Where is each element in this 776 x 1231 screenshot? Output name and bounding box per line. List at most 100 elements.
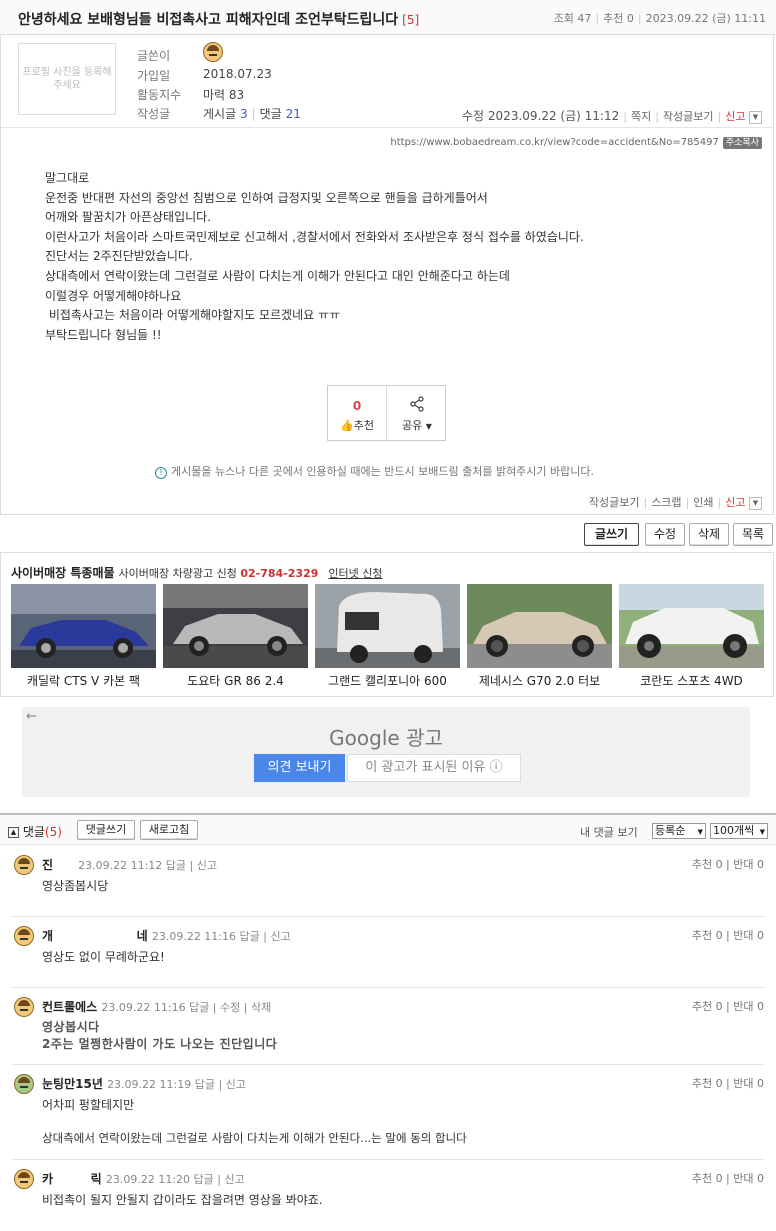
post-content: 말그대로 운전중 반대편 자선의 중앙선 침범으로 인하여 급정지및 오른쪽으로… bbox=[45, 169, 584, 345]
write-comment-button[interactable]: 댓글쓰기 bbox=[77, 820, 135, 840]
ad-feedback-button[interactable]: 의견 보내기 bbox=[254, 754, 345, 782]
views-count: 조회 47 bbox=[553, 12, 592, 25]
vote-share-box: 0 👍추천 공유 ▼ bbox=[327, 385, 446, 441]
chevron-down-icon[interactable]: ▼ bbox=[749, 110, 762, 124]
thumbs-up-icon: 👍 bbox=[340, 419, 354, 432]
comment-votes[interactable]: 추천 0 | 반대 0 bbox=[692, 1075, 764, 1091]
my-comments-link[interactable]: 내 댓글 보기 bbox=[580, 824, 638, 840]
car-thumbnail[interactable] bbox=[619, 584, 764, 668]
content-line: 이럴경우 어떻게해야하나요 bbox=[45, 288, 182, 303]
recommend-button[interactable]: 0 👍추천 bbox=[328, 386, 387, 440]
comment-votes[interactable]: 추천 0 | 반대 0 bbox=[692, 1170, 764, 1186]
author-avatar-icon bbox=[203, 42, 223, 62]
car-name[interactable]: 도요타 GR 86 2.4 bbox=[163, 672, 308, 689]
report-link[interactable]: 신고 bbox=[725, 110, 745, 123]
post-title: 안녕하세요 보배형님들 비접촉사고 피해자인데 조언부탁드립니다 [5] bbox=[18, 12, 420, 28]
list-button[interactable]: 목록 bbox=[733, 523, 773, 546]
post-meta: 조회 47 | 추천 0 | 2023.09.22 (금) 11:11 bbox=[553, 12, 766, 25]
content-line: 부탁드립니다 형님들 !! bbox=[45, 327, 162, 342]
posts-count-link[interactable]: 3 bbox=[240, 107, 248, 121]
comment-text: 어차피 펑할테지만 bbox=[42, 1098, 135, 1112]
title-comment-count[interactable]: [5] bbox=[402, 13, 419, 27]
car-thumbnail[interactable] bbox=[11, 584, 156, 668]
comment-votes[interactable]: 추천 0 | 반대 0 bbox=[692, 856, 764, 872]
share-label: 공유 bbox=[402, 419, 423, 432]
chevron-down-icon[interactable]: ▼ bbox=[749, 496, 762, 510]
commenter-name[interactable]: 눈팅만15년 bbox=[42, 1077, 103, 1091]
commenter-avatar-icon[interactable] bbox=[14, 1074, 34, 1094]
content-line: 운전중 반대편 자선의 중앙선 침범으로 인하여 급정지및 오른쪽으로 핸들을 … bbox=[45, 190, 488, 205]
internet-apply-link[interactable]: 인터넷 신청 bbox=[328, 567, 382, 580]
url-line: https://www.bobaedream.co.kr/view?code=a… bbox=[390, 135, 762, 149]
comment-header: 눈팅만15년 23.09.22 11:19 답글 | 신고 bbox=[42, 1075, 246, 1092]
refresh-button[interactable]: 새로고침 bbox=[140, 820, 198, 840]
bottom-report-link[interactable]: 신고 bbox=[725, 496, 745, 509]
car-thumbnail[interactable] bbox=[467, 584, 612, 668]
share-icon bbox=[410, 396, 424, 412]
write-button[interactable]: 글쓰기 bbox=[584, 523, 639, 546]
commenter-name[interactable]: 컨트롤에스 bbox=[42, 1000, 97, 1014]
comment-header: 컨트롤에스 23.09.22 11:16 답글 | 수정 | 삭제 bbox=[42, 998, 271, 1015]
posts-label: 작성글 bbox=[137, 107, 171, 121]
bottom-view-posts-link[interactable]: 작성글보기 bbox=[589, 496, 640, 509]
commenter-name[interactable]: 진 bbox=[42, 858, 53, 872]
commenter-name[interactable]: 개 네 bbox=[42, 929, 148, 943]
collapse-icon[interactable]: ▲ bbox=[8, 827, 19, 838]
joined-date: 2018.07.23 bbox=[203, 67, 272, 81]
recommend-count: 추천 0 bbox=[603, 12, 634, 25]
sort-select[interactable]: 등록순 ▼ bbox=[652, 823, 706, 839]
posts-stats: 게시글 3 | 댓글 21 bbox=[203, 107, 301, 121]
delete-button[interactable]: 삭제 bbox=[689, 523, 729, 546]
caret-down-icon: ▼ bbox=[425, 422, 432, 431]
comment-header: 카 릭 23.09.22 11:20 답글 | 신고 bbox=[42, 1170, 245, 1187]
car-name[interactable]: 캐딜락 CTS V 카본 팩 bbox=[11, 672, 156, 689]
car-thumbnail[interactable] bbox=[315, 584, 460, 668]
print-link[interactable]: 인쇄 bbox=[693, 496, 713, 509]
edit-meta: 수정 2023.09.22 (금) 11:12 | 쪽지 | 작성글보기 | 신고 ▼ bbox=[462, 107, 762, 124]
post-date: 2023.09.22 (금) 11:11 bbox=[645, 12, 766, 25]
profile-image-placeholder: 프로필 사진을 등록해주세요 bbox=[18, 43, 116, 115]
activity-value: 마력 83 bbox=[203, 88, 245, 102]
commenter-avatar-icon[interactable] bbox=[14, 997, 34, 1017]
content-line: 비접촉사고는 처음이라 어떻게해야할지도 모르겠네요 ㅠㅠ bbox=[45, 308, 341, 323]
comment-votes[interactable]: 추천 0 | 반대 0 bbox=[692, 998, 764, 1014]
comment-header: 진 23.09.22 11:12 답글 | 신고 bbox=[42, 856, 217, 873]
content-line: 상대측에서 연락이왔는데 그런걸로 사람이 다치는게 이해가 안된다고 대인 안… bbox=[45, 268, 510, 283]
post-url: https://www.bobaedream.co.kr/view?code=a… bbox=[390, 137, 719, 148]
content-line: 진단서는 2주진단받았습니다. bbox=[45, 249, 193, 264]
commenter-avatar-icon[interactable] bbox=[14, 855, 34, 875]
comment-header: 개 네 23.09.22 11:16 답글 | 신고 bbox=[42, 927, 291, 944]
car-thumbnail[interactable] bbox=[163, 584, 308, 668]
commenter-avatar-icon[interactable] bbox=[14, 926, 34, 946]
recommend-label: 추천 bbox=[353, 419, 374, 432]
commenter-avatar-icon[interactable] bbox=[14, 1169, 34, 1189]
scrap-link[interactable]: 스크랩 bbox=[651, 496, 681, 509]
car-name[interactable]: 코란도 스포츠 4WD bbox=[619, 672, 764, 689]
author-avatar[interactable] bbox=[203, 42, 223, 65]
share-button[interactable]: 공유 ▼ bbox=[388, 386, 446, 440]
view-posts-link[interactable]: 작성글보기 bbox=[663, 110, 714, 123]
note-link[interactable]: 쪽지 bbox=[631, 110, 651, 123]
comment-text: 상대측에서 연락이왔는데 그런걸로 사람이 다치는게 이해가 안된다...는 말… bbox=[42, 1131, 467, 1145]
commenter-name[interactable]: 카 릭 bbox=[42, 1172, 102, 1186]
info-icon: ! bbox=[155, 467, 167, 479]
source-notice: ! 게시물을 뉴스나 다른 곳에서 인용하실 때에는 반드시 보배드림 출처를 밝… bbox=[155, 463, 594, 479]
ad-why-button[interactable]: 이 광고가 표시된 이유 ⓘ bbox=[347, 754, 521, 782]
comment-item: 개 네 23.09.22 11:16 답글 | 신고 추천 0 | 반대 0 영… bbox=[12, 926, 764, 988]
car-name[interactable]: 제네시스 G70 2.0 터보 bbox=[467, 672, 612, 689]
comment-votes[interactable]: 추천 0 | 반대 0 bbox=[692, 927, 764, 943]
cyber-shop-sub: 사이버매장 차량광고 신청 02-784-2329 bbox=[118, 567, 319, 580]
replies-count-link[interactable]: 21 bbox=[286, 107, 301, 121]
comment-item: 컨트롤에스 23.09.22 11:16 답글 | 수정 | 삭제 추천 0 |… bbox=[12, 997, 764, 1065]
per-page-select[interactable]: 100개씩 ▼ bbox=[710, 823, 768, 839]
edit-button[interactable]: 수정 bbox=[645, 523, 685, 546]
comment-item: 진 23.09.22 11:12 답글 | 신고 추천 0 | 반대 0 영상좀… bbox=[12, 855, 764, 917]
comment-meta: 23.09.22 11:20 답글 | 신고 bbox=[105, 1173, 245, 1186]
comments-title: ▲ 댓글(5) bbox=[8, 823, 62, 840]
content-line: 이런사고가 처음이라 스마트국민제보로 신고해서 ,경찰서에서 전화와서 조사받… bbox=[45, 229, 584, 244]
comment-text: 영상도 없이 무례하군요! bbox=[42, 950, 165, 964]
car-name[interactable]: 그랜드 캘리포니아 600 bbox=[315, 672, 460, 689]
recommend-count-value: 0 bbox=[352, 399, 362, 413]
copy-url-button[interactable]: 주소복사 bbox=[722, 137, 762, 149]
comment-meta: 23.09.22 11:12 답글 | 신고 bbox=[78, 859, 217, 872]
